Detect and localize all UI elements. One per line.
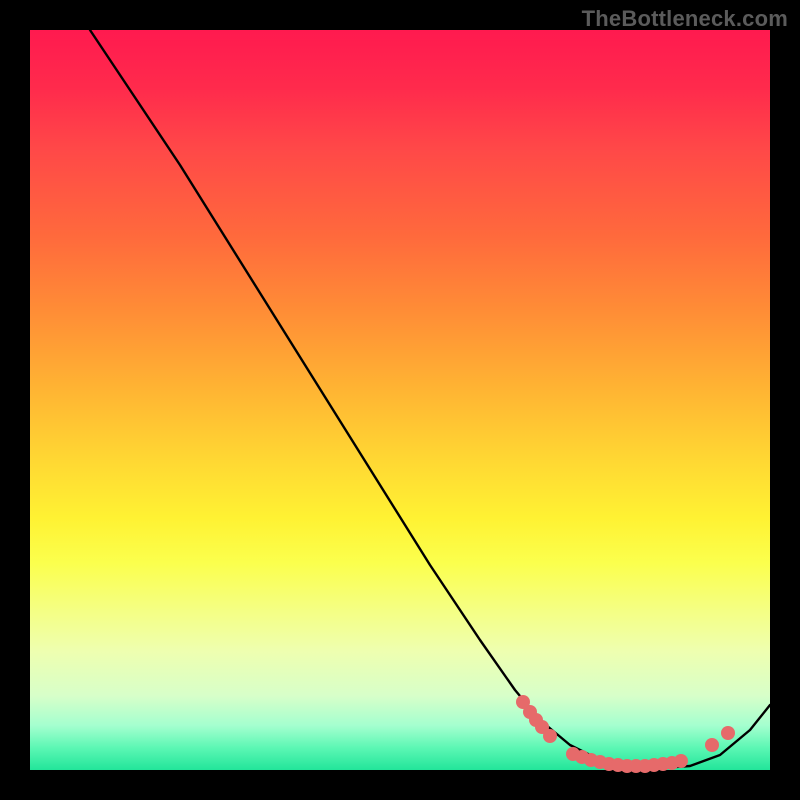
- bottleneck-curve: [90, 30, 770, 768]
- curve-svg: [30, 30, 770, 770]
- highlight-dot: [721, 726, 735, 740]
- highlight-dot: [674, 754, 688, 768]
- plot-area: [30, 30, 770, 770]
- highlight-dot: [543, 729, 557, 743]
- chart-frame: TheBottleneck.com: [0, 0, 800, 800]
- highlight-dot: [705, 738, 719, 752]
- watermark-text: TheBottleneck.com: [582, 6, 788, 32]
